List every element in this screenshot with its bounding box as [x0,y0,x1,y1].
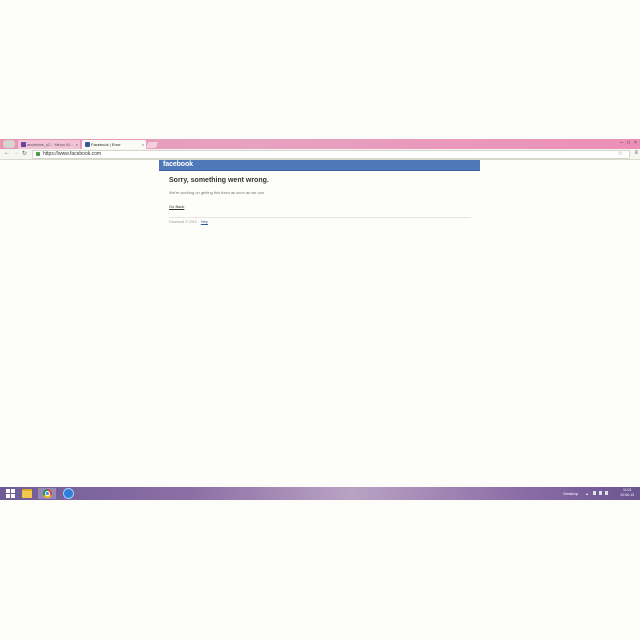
chrome-icon [42,489,52,498]
start-button[interactable] [1,488,19,499]
maximize-icon[interactable]: □ [626,140,631,146]
footer-copyright: Facebook © 2013 · [169,220,199,224]
new-tab-button[interactable] [145,142,159,148]
lock-icon [36,151,40,156]
file-explorer-button[interactable] [18,488,36,499]
browser-profile-icon[interactable] [3,140,15,148]
error-title: Sorry, something went wrong. [169,177,269,184]
flag-icon[interactable] [593,491,596,495]
address-bar[interactable]: https://www.facebook.com ☆ [32,150,630,159]
forward-arrow-icon[interactable]: → [13,150,19,156]
desktop-toolbar-label[interactable]: Desktop [563,487,578,500]
browser-window: andrebbe_s2 - Yahoo M... × Facebook | Er… [0,139,640,487]
error-content: Sorry, something went wrong. We're worki… [169,177,471,224]
tab-yahoo-label: andrebbe_s2 - Yahoo M... [27,142,73,147]
facebook-favicon-icon [85,142,90,148]
volume-icon[interactable] [605,491,608,495]
error-message: We're working on getting this fixed as s… [169,190,266,195]
back-arrow-icon[interactable]: ← [4,150,10,156]
browser-toolbar: ← → ↻ https://www.facebook.com ☆ ≡ [0,149,640,160]
close-icon[interactable]: × [76,140,78,149]
taskbar: Desktop ▴ 11:01 20.06.13 [0,487,640,500]
bookmark-star-icon[interactable]: ☆ [618,151,623,158]
page-footer: Facebook © 2013 · Help [169,220,471,224]
internet-explorer-icon [62,488,74,499]
tab-yahoo-mail[interactable]: andrebbe_s2 - Yahoo M... × [18,140,80,149]
divider [169,217,471,218]
title-bar: andrebbe_s2 - Yahoo M... × Facebook | Er… [0,139,640,149]
internet-explorer-button[interactable] [59,488,77,499]
yahoo-favicon-icon [21,142,26,148]
menu-icon[interactable]: ≡ [634,150,638,156]
facebook-logo[interactable]: facebook [163,160,193,170]
clock[interactable]: 11:01 20.06.13 [620,488,634,498]
tab-facebook-error[interactable]: Facebook | Error × [82,140,146,149]
folder-icon [22,489,32,498]
facebook-header-bar: facebook [159,160,480,171]
chrome-taskbar-button[interactable] [38,488,56,499]
go-back-link[interactable]: Go Back [169,204,184,209]
windows-logo-icon [5,489,15,498]
minimize-icon[interactable]: – [619,140,624,146]
help-link[interactable]: Help [201,220,208,224]
close-icon[interactable]: × [142,140,144,149]
reload-icon[interactable]: ↻ [22,150,27,157]
network-icon[interactable] [599,491,602,495]
clock-date: 20.06.13 [620,493,634,497]
url-text: https://www.facebook.com [43,151,102,157]
tab-facebook-label: Facebook | Error [91,142,121,147]
close-window-icon[interactable]: × [633,140,638,146]
show-hidden-icons-icon[interactable]: ▴ [586,487,588,500]
window-controls: – □ × [619,140,638,147]
